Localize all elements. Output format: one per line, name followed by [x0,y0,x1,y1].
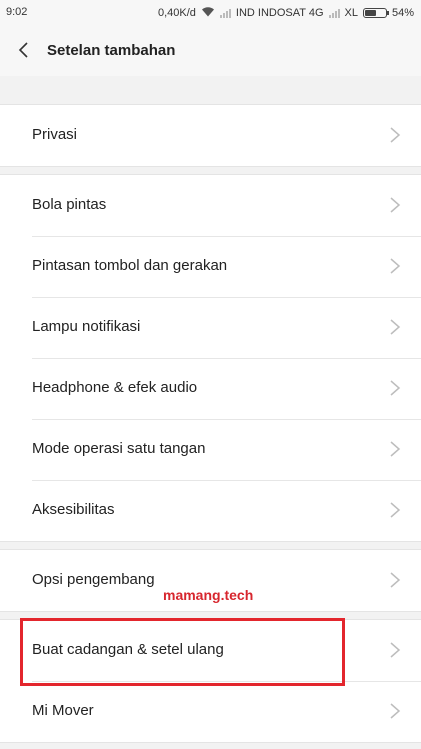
wifi-icon [201,6,215,20]
settings-item-label: Headphone & efek audio [32,379,198,396]
status-right: 0,40K/d IND INDOSAT 4G XL 54% [158,6,414,20]
settings-item-label: Bola pintas [32,196,107,213]
settings-item-lampu-notifikasi[interactable]: Lampu notifikasi [0,297,421,358]
chevron-right-icon [390,127,401,143]
chevron-right-icon [390,642,401,658]
settings-item-label: Mode operasi satu tangan [32,440,206,457]
app-header: Setelan tambahan [0,24,421,76]
settings-item-label: Privasi [32,126,78,143]
chevron-right-icon [390,380,401,396]
status-bar: 9:02 0,40K/d IND INDOSAT 4G XL 54% [0,0,421,24]
chevron-right-icon [390,197,401,213]
back-button[interactable] [12,38,36,62]
settings-item-label: Pintasan tombol dan gerakan [32,257,228,274]
chevron-right-icon [390,258,401,274]
settings-item-label: Mi Mover [32,702,94,719]
settings-item-privasi[interactable]: Privasi [0,105,421,166]
settings-group-privacy: Privasi [0,104,421,167]
highlight-box [20,618,345,686]
network-speed: 0,40K/d [157,7,196,19]
settings-item-mode-satu-tangan[interactable]: Mode operasi satu tangan [0,419,421,480]
settings-item-headphone[interactable]: Headphone & efek audio [0,358,421,419]
battery-percent: 54% [391,7,414,19]
chevron-right-icon [390,502,401,518]
status-time: 9:02 [6,6,28,18]
settings-item-mi-mover[interactable]: Mi Mover [0,681,421,742]
chevron-right-icon [390,703,401,719]
carrier-2: XL [344,7,358,19]
chevron-left-icon [18,42,28,58]
settings-item-label: Aksesibilitas [32,501,115,518]
carrier-1: IND INDOSAT 4G [235,7,324,19]
signal-icon-1 [219,8,231,18]
chevron-right-icon [390,572,401,588]
battery-icon [362,8,389,18]
settings-item-label: Opsi pengembang [32,571,155,588]
watermark-text: mamang.tech [163,587,254,603]
chevron-right-icon [390,441,401,457]
signal-icon-2 [328,8,340,18]
settings-item-label: Lampu notifikasi [32,318,141,335]
settings-item-pintasan-tombol[interactable]: Pintasan tombol dan gerakan [0,236,421,297]
chevron-right-icon [390,319,401,335]
settings-group-features: Bola pintas Pintasan tombol dan gerakan … [0,174,421,542]
settings-item-aksesibilitas[interactable]: Aksesibilitas [0,480,421,541]
page-title: Setelan tambahan [47,42,176,59]
settings-item-bola-pintas[interactable]: Bola pintas [0,175,421,236]
